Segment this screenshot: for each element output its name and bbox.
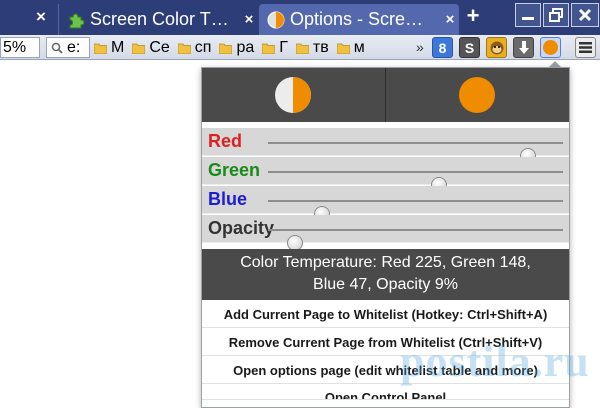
bookmark-folder[interactable]: тв xyxy=(295,38,329,57)
search-icon xyxy=(51,42,63,54)
bookmark-label: Г xyxy=(279,38,288,56)
status-line: Blue 47, Opacity 9% xyxy=(313,276,458,293)
orange-circle-icon xyxy=(459,77,496,113)
bookmark-label: тв xyxy=(312,38,329,56)
open-control-panel-button[interactable]: Open Control Panel xyxy=(202,386,569,400)
bookmark-folder[interactable]: м xyxy=(336,38,365,57)
tab-close-button[interactable]: × xyxy=(441,11,459,28)
opacity-slider-track[interactable] xyxy=(268,229,563,251)
monkey-extension-button[interactable] xyxy=(486,37,507,58)
bookmark-label: М xyxy=(111,38,125,56)
minimize-icon xyxy=(522,17,534,20)
add-to-whitelist-button[interactable]: Add Current Page to Whitelist (Hotkey: C… xyxy=(202,302,569,328)
mode-selector xyxy=(202,68,569,122)
folder-icon xyxy=(219,43,233,54)
bookmark-folder[interactable]: Г xyxy=(262,39,288,57)
tab-title: Options - Scre… xyxy=(290,9,424,29)
half-mode-button[interactable] xyxy=(202,68,386,122)
restore-button[interactable] xyxy=(543,3,569,27)
bookmark-folder[interactable]: М xyxy=(94,39,124,57)
green-label: Green xyxy=(208,160,261,180)
address-text: e: xyxy=(67,38,81,56)
bookmark-label: ра xyxy=(236,38,255,56)
zoom-field[interactable]: 5% xyxy=(0,37,40,58)
color-temperature-status: Color Temperature: Red 225, Green 148, B… xyxy=(202,249,569,300)
tab-close-button[interactable]: × xyxy=(36,7,46,27)
half-circle-icon xyxy=(275,77,312,113)
half-circle-icon xyxy=(267,11,285,28)
red-slider-row: Red xyxy=(202,128,569,164)
folder-icon xyxy=(295,43,309,54)
google-translate-extension-button[interactable]: 8 xyxy=(432,37,453,58)
address-bar[interactable]: e: xyxy=(46,37,90,58)
extension-label: 8 xyxy=(438,39,447,56)
blue-label: Blue xyxy=(208,189,248,209)
screen-color-extension-button[interactable] xyxy=(540,37,561,58)
toolbar: 5% e: М Се сп ра Г тв м » 8 S xyxy=(0,35,600,60)
red-slider-track[interactable] xyxy=(268,142,563,164)
blue-slider-row: Blue xyxy=(202,186,569,222)
restore-icon xyxy=(549,8,563,22)
bookmark-label: сп xyxy=(194,38,212,56)
folder-icon xyxy=(336,43,350,54)
folder-icon xyxy=(94,43,107,54)
opacity-label: Opacity xyxy=(208,218,275,238)
new-tab-button[interactable]: + xyxy=(464,5,482,27)
minimize-button[interactable] xyxy=(515,3,541,27)
status-line: Color Temperature: Red 225, Green 148, xyxy=(240,254,531,271)
s-extension-button[interactable]: S xyxy=(459,37,480,58)
bookmark-label: Се xyxy=(149,38,170,56)
folder-icon xyxy=(262,43,276,54)
green-slider-row: Green xyxy=(202,157,569,193)
orange-circle-icon xyxy=(543,40,558,55)
blue-slider-track[interactable] xyxy=(268,200,563,222)
puzzle-piece-icon xyxy=(69,12,85,28)
bookmarks-overflow-button[interactable]: » xyxy=(416,37,424,58)
bookmark-folder[interactable]: Се xyxy=(132,38,170,57)
tab-close-button[interactable]: × xyxy=(240,11,258,28)
tab-title: Screen Color T… xyxy=(90,9,229,29)
tab-previous[interactable]: × xyxy=(0,4,58,35)
close-icon xyxy=(578,8,592,22)
folder-icon xyxy=(132,43,146,54)
opacity-slider-row: Opacity xyxy=(202,215,569,251)
red-label: Red xyxy=(208,131,243,151)
browser-menu-button[interactable] xyxy=(575,37,596,58)
green-slider-track[interactable] xyxy=(268,171,563,193)
window-close-button[interactable] xyxy=(571,3,599,27)
tab-screen-color[interactable]: Screen Color T… × xyxy=(58,4,258,35)
bookmark-folder[interactable]: ра xyxy=(219,39,254,57)
hamburger-menu-icon xyxy=(579,42,592,53)
download-arrow-icon xyxy=(518,40,529,54)
monkey-face-icon xyxy=(490,41,503,54)
tab-strip: × Screen Color T… × Options - Scre… × + xyxy=(0,0,600,35)
tab-options[interactable]: Options - Scre… × xyxy=(259,4,459,35)
full-mode-button[interactable] xyxy=(386,68,570,122)
extension-label: S xyxy=(464,39,475,56)
bookmark-folder[interactable]: сп xyxy=(177,38,212,57)
download-extension-button[interactable] xyxy=(513,37,534,58)
bookmarks-bar: М Се сп ра Г тв м xyxy=(94,37,373,58)
bookmark-label: м xyxy=(353,38,365,56)
folder-icon xyxy=(177,43,191,54)
watermark: postila.ru xyxy=(400,337,590,386)
